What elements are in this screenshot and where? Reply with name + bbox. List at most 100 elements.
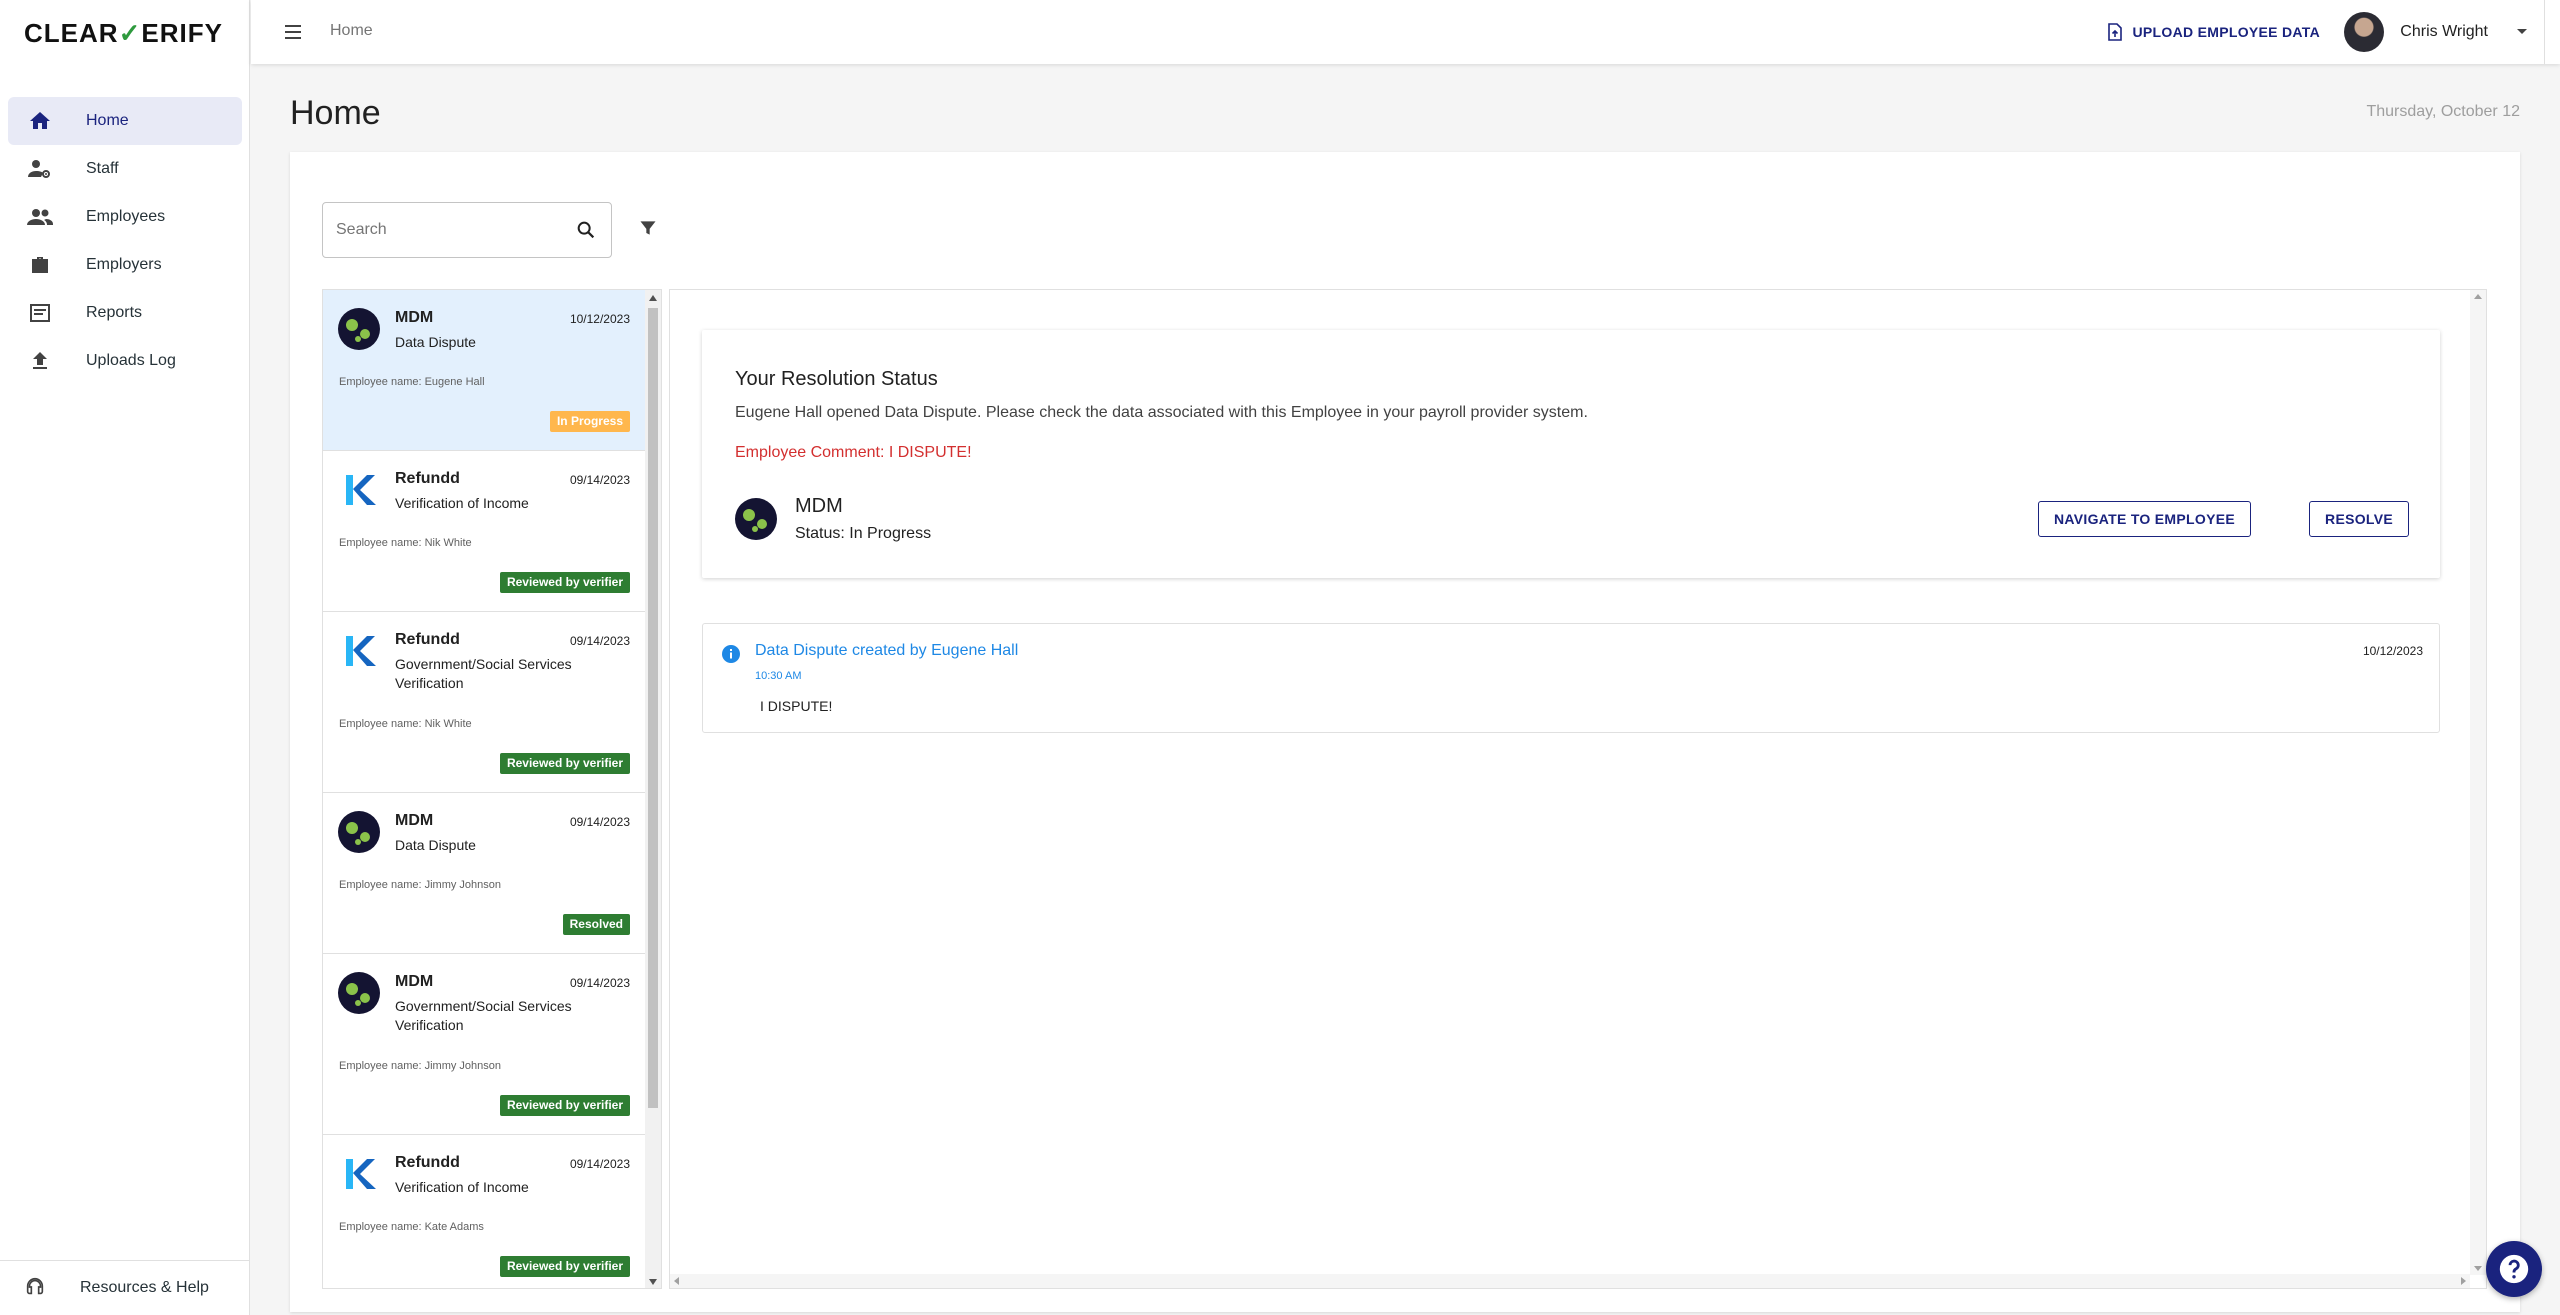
upload-icon [26, 347, 54, 375]
employee-name: Employee name: Jimmy Johnson [339, 1060, 502, 1072]
sidebar-item-staff[interactable]: Staff [8, 145, 242, 193]
chevron-down-icon [2516, 23, 2528, 41]
activity-body: I DISPUTE! [760, 698, 833, 714]
search-input[interactable] [323, 203, 553, 257]
user-menu[interactable]: Chris Wright [2344, 10, 2528, 54]
employee-name: Employee name: Nik White [339, 718, 472, 730]
clearverify-logo[interactable]: CLEAR✓ERIFY [24, 18, 223, 49]
resources-help-link[interactable]: Resources & Help [0, 1260, 250, 1315]
list-item[interactable]: MDM Data Dispute 10/12/2023 Employee nam… [323, 290, 646, 451]
headset-icon [24, 1276, 48, 1300]
resolution-description: Eugene Hall opened Data Dispute. Please … [735, 404, 1588, 421]
employees-icon [26, 203, 54, 231]
sidebar-item-employees[interactable]: Employees [8, 193, 242, 241]
status-badge: Reviewed by verifier [499, 753, 630, 774]
scroll-thumb[interactable] [648, 308, 658, 1108]
request-date: 09/14/2023 [569, 634, 630, 648]
sidebar-item-employers[interactable]: Employers [8, 241, 242, 289]
request-date: 09/14/2023 [569, 473, 630, 487]
mdm-logo-icon [338, 308, 380, 350]
resolve-button[interactable]: RESOLVE [2309, 501, 2409, 537]
org-name: Refundd [395, 631, 460, 648]
status-badge: In Progress [549, 411, 630, 432]
resolution-status-title: Your Resolution Status [735, 368, 938, 390]
request-list: MDM Data Dispute 10/12/2023 Employee nam… [322, 289, 662, 1289]
reports-icon [26, 299, 54, 327]
avatar [2344, 12, 2385, 52]
mdm-logo-icon [338, 811, 380, 853]
filter-icon[interactable] [638, 218, 660, 240]
list-item[interactable]: Refundd Government/Social Services Verif… [323, 612, 646, 793]
request-type: Government/Social Services Verification [395, 656, 572, 691]
employee-name: Employee name: Nik White [339, 537, 472, 549]
refundd-logo-icon [346, 1159, 376, 1189]
upload-employee-data-label: UPLOAD EMPLOYEE DATA [2132, 24, 2320, 40]
org-name: MDM [795, 495, 843, 517]
request-type: Data Dispute [395, 837, 476, 853]
detail-vertical-scrollbar[interactable] [2470, 290, 2486, 1275]
request-date: 09/14/2023 [569, 976, 630, 990]
sidebar: CLEAR✓ERIFY Home Staff Employees Employe… [0, 0, 250, 1315]
page-title: Home [290, 94, 381, 132]
upload-employee-data-button[interactable]: UPLOAD EMPLOYEE DATA [2107, 18, 2321, 46]
list-item[interactable]: MDM Data Dispute 09/14/2023 Employee nam… [323, 793, 646, 954]
request-date: 10/12/2023 [569, 312, 630, 326]
employee-comment: Employee Comment: I DISPUTE! [735, 444, 972, 461]
user-name: Chris Wright [2400, 23, 2488, 40]
menu-icon[interactable] [281, 20, 305, 44]
request-type: Data Dispute [395, 334, 476, 350]
breadcrumb: Home [330, 22, 373, 39]
resolution-status-card: Your Resolution Status Eugene Hall opene… [702, 330, 2440, 578]
org-name: Refundd [395, 1154, 460, 1171]
page-date: Thursday, October 12 [2366, 103, 2520, 120]
request-type: Verification of Income [395, 495, 529, 511]
staff-icon [26, 155, 54, 183]
detail-panel: Your Resolution Status Eugene Hall opene… [669, 289, 2487, 1289]
org-name: MDM [395, 812, 434, 829]
detail-horizontal-scrollbar[interactable] [670, 1274, 2470, 1288]
employee-name: Employee name: Jimmy Johnson [339, 879, 502, 891]
home-icon [26, 107, 54, 135]
mdm-logo-icon [338, 972, 380, 1014]
sidebar-item-reports[interactable]: Reports [8, 289, 242, 337]
mdm-logo-icon [735, 498, 777, 540]
scroll-down-icon[interactable] [649, 1279, 657, 1285]
status-badge: Reviewed by verifier [499, 1256, 630, 1277]
request-date: 09/14/2023 [569, 1157, 630, 1171]
status-badge: Reviewed by verifier [499, 1095, 630, 1116]
sidebar-item-label: Reports [86, 304, 143, 321]
activity-time: 10:30 AM [755, 670, 802, 682]
list-item[interactable]: Refundd Verification of Income 09/14/202… [323, 1135, 646, 1288]
search-box [322, 202, 612, 258]
top-bar: Home UPLOAD EMPLOYEE DATA Chris Wright [251, 0, 2560, 64]
sidebar-item-uploads-log[interactable]: Uploads Log [8, 337, 242, 385]
sidebar-item-home[interactable]: Home [8, 97, 242, 145]
list-item[interactable]: Refundd Verification of Income 09/14/202… [323, 451, 646, 612]
activity-title: Data Dispute created by Eugene Hall [755, 642, 1019, 659]
request-type: Verification of Income [395, 1179, 529, 1195]
activity-date: 10/12/2023 [2362, 644, 2423, 658]
search-icon[interactable] [575, 219, 597, 241]
employee-name: Employee name: Kate Adams [339, 1221, 484, 1233]
briefcase-icon [26, 251, 54, 279]
refundd-logo-icon [346, 636, 376, 666]
sidebar-item-label: Uploads Log [86, 352, 176, 369]
refundd-logo-icon [346, 475, 376, 505]
sidebar-item-label: Employers [86, 256, 162, 273]
question-icon [2499, 1254, 2529, 1284]
sidebar-item-label: Staff [86, 160, 119, 177]
org-name: MDM [395, 973, 434, 990]
employee-name: Employee name: Eugene Hall [339, 376, 485, 388]
help-button[interactable] [2486, 1241, 2542, 1297]
info-icon [722, 645, 740, 663]
navigate-to-employee-button[interactable]: NAVIGATE TO EMPLOYEE [2037, 501, 2251, 537]
sidebar-item-label: Employees [86, 208, 166, 225]
sidebar-nav: Home Staff Employees Employers Reports U… [8, 97, 242, 385]
request-type: Government/Social Services Verification [395, 998, 572, 1033]
list-scrollbar[interactable] [645, 290, 661, 1288]
scroll-up-icon[interactable] [649, 295, 657, 301]
sidebar-item-label: Home [86, 112, 129, 129]
list-item[interactable]: MDM Government/Social Services Verificat… [323, 954, 646, 1135]
org-status: Status: In Progress [795, 525, 932, 542]
activity-entry: Data Dispute created by Eugene Hall 10:3… [702, 623, 2440, 733]
